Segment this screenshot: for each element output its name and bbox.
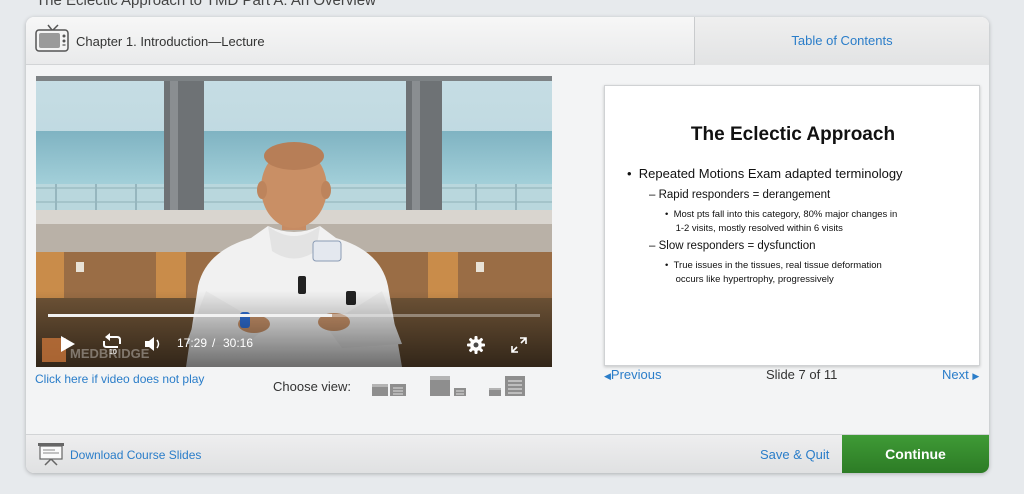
presentation-icon (38, 443, 64, 466)
caret-left-icon: ◀ (604, 371, 611, 381)
slide-subpoint-2: – Slow responders = dysfunction (649, 240, 816, 252)
save-quit-link[interactable]: Save & Quit (760, 447, 829, 462)
play-icon[interactable] (60, 335, 76, 353)
download-slides-link[interactable]: Download Course Slides (70, 448, 201, 462)
card-header: Chapter 1. Introduction—Lecture Table of… (26, 17, 989, 65)
video-progress-fill (48, 314, 333, 317)
video-help-link[interactable]: Click here if video does not play (35, 372, 204, 386)
table-of-contents-tab[interactable]: Table of Contents (694, 17, 989, 65)
card-footer: Download Course Slides Save & Quit Conti… (26, 434, 989, 473)
caret-right-icon: ▶ (972, 371, 980, 381)
svg-text:10: 10 (109, 349, 117, 355)
video-current-time: 17:29 (177, 336, 208, 350)
tv-icon (35, 24, 69, 52)
course-player-card: Chapter 1. Introduction—Lecture Table of… (26, 17, 989, 473)
volume-icon[interactable] (144, 336, 162, 352)
previous-slide-button[interactable]: ◀Previous (604, 367, 662, 382)
slide-subpoint-1: – Rapid responders = derangement (649, 189, 831, 201)
view-option-large-video-icon[interactable] (428, 374, 468, 398)
view-option-balanced-icon[interactable] (370, 374, 408, 398)
video-frame: MEDBRIDGE (36, 76, 552, 367)
view-option-large-slide-icon[interactable] (487, 374, 527, 398)
slide-bullet: • Repeated Motions Exam adapted terminol… (627, 166, 903, 181)
slide-title: The Eclectic Approach (690, 124, 896, 145)
video-duration: 30:16 (223, 336, 254, 350)
continue-button[interactable]: Continue (842, 435, 989, 473)
rewind-10-icon[interactable]: 10 (102, 333, 122, 355)
next-slide-button[interactable]: Next ▶ (942, 367, 979, 382)
video-time-separator: / (212, 336, 216, 350)
chapter-title: Chapter 1. Introduction—Lecture (76, 34, 265, 49)
slide-counter: Slide 7 of 11 (766, 367, 838, 382)
fullscreen-icon[interactable] (511, 337, 527, 353)
slide-detail-2: • True issues in the tissues, real tissu… (665, 260, 882, 285)
page-heading: The Eclectic Approach to TMD Part A: An … (36, 0, 376, 9)
slide-detail-1: • Most pts fall into this category, 80% … (665, 209, 898, 234)
choose-view-label: Choose view: (273, 379, 352, 394)
video-player[interactable]: MEDBRIDGE 10 17:29 / 30:16 (36, 76, 552, 367)
video-progress-bar[interactable] (48, 314, 540, 317)
slide-panel: The Eclectic Approach • Repeated Motions… (604, 85, 980, 366)
gear-icon[interactable] (467, 336, 485, 354)
